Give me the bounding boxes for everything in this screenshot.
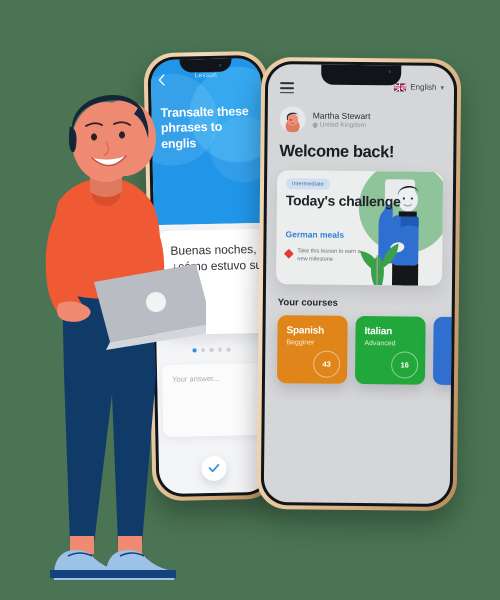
course-progress-ring: 43 — [313, 350, 341, 378]
user-location: United Kingdom — [311, 121, 371, 130]
course-level: Advanced — [364, 340, 396, 348]
challenge-note: Take this lesson to earn a new milestone — [283, 248, 369, 265]
home-screen: English ▾ Martha Stewart United Kingdom … — [263, 64, 455, 504]
course-card-italian[interactable]: Italian Advanced 16 — [354, 315, 426, 385]
challenge-card[interactable]: Intermediate Today's challenge German me… — [275, 170, 444, 286]
course-level: Begginer — [286, 339, 315, 347]
uk-flag-icon — [394, 82, 407, 91]
course-progress-value: 16 — [400, 360, 409, 370]
challenge-illustration — [356, 170, 444, 286]
courses-heading: Your courses — [277, 297, 338, 309]
challenge-note-text: Take this lesson to earn a new milestone — [297, 248, 361, 263]
course-name: Italian — [364, 326, 393, 338]
language-label: English — [410, 82, 437, 92]
home-phone: English ▾ Martha Stewart United Kingdom … — [256, 56, 462, 512]
chevron-down-icon: ▾ — [440, 84, 445, 92]
user-name: Martha Stewart — [312, 110, 371, 121]
course-progress-ring: 16 — [391, 351, 419, 379]
map-pin-icon — [311, 121, 319, 129]
course-progress-value: 43 — [322, 359, 331, 369]
user-location-label: United Kingdom — [319, 121, 366, 130]
challenge-badge: Intermediate — [285, 178, 330, 190]
notch-left — [179, 58, 232, 73]
man-with-laptop — [45, 95, 206, 580]
user-info: Martha Stewart United Kingdom — [311, 110, 371, 130]
language-selector[interactable]: English ▾ — [394, 82, 444, 92]
course-card-spanish[interactable]: Spanish Begginer 43 — [276, 315, 348, 384]
courses-row: Spanish Begginer 43 Italian Advanced 16 — [265, 308, 455, 386]
user-row[interactable]: Martha Stewart United Kingdom — [268, 100, 454, 134]
scene: Lesson Transalte these phrases to englis… — [0, 0, 500, 600]
notch-right — [321, 64, 402, 86]
course-name: Spanish — [286, 325, 325, 337]
challenge-title: Today's challenge — [285, 192, 401, 210]
hamburger-icon[interactable] — [279, 82, 295, 97]
challenge-subtitle: German meals — [285, 229, 345, 240]
check-icon — [208, 464, 220, 473]
avatar — [279, 106, 306, 133]
welcome-heading: Welcome back! — [279, 142, 395, 162]
diamond-icon — [283, 248, 294, 259]
